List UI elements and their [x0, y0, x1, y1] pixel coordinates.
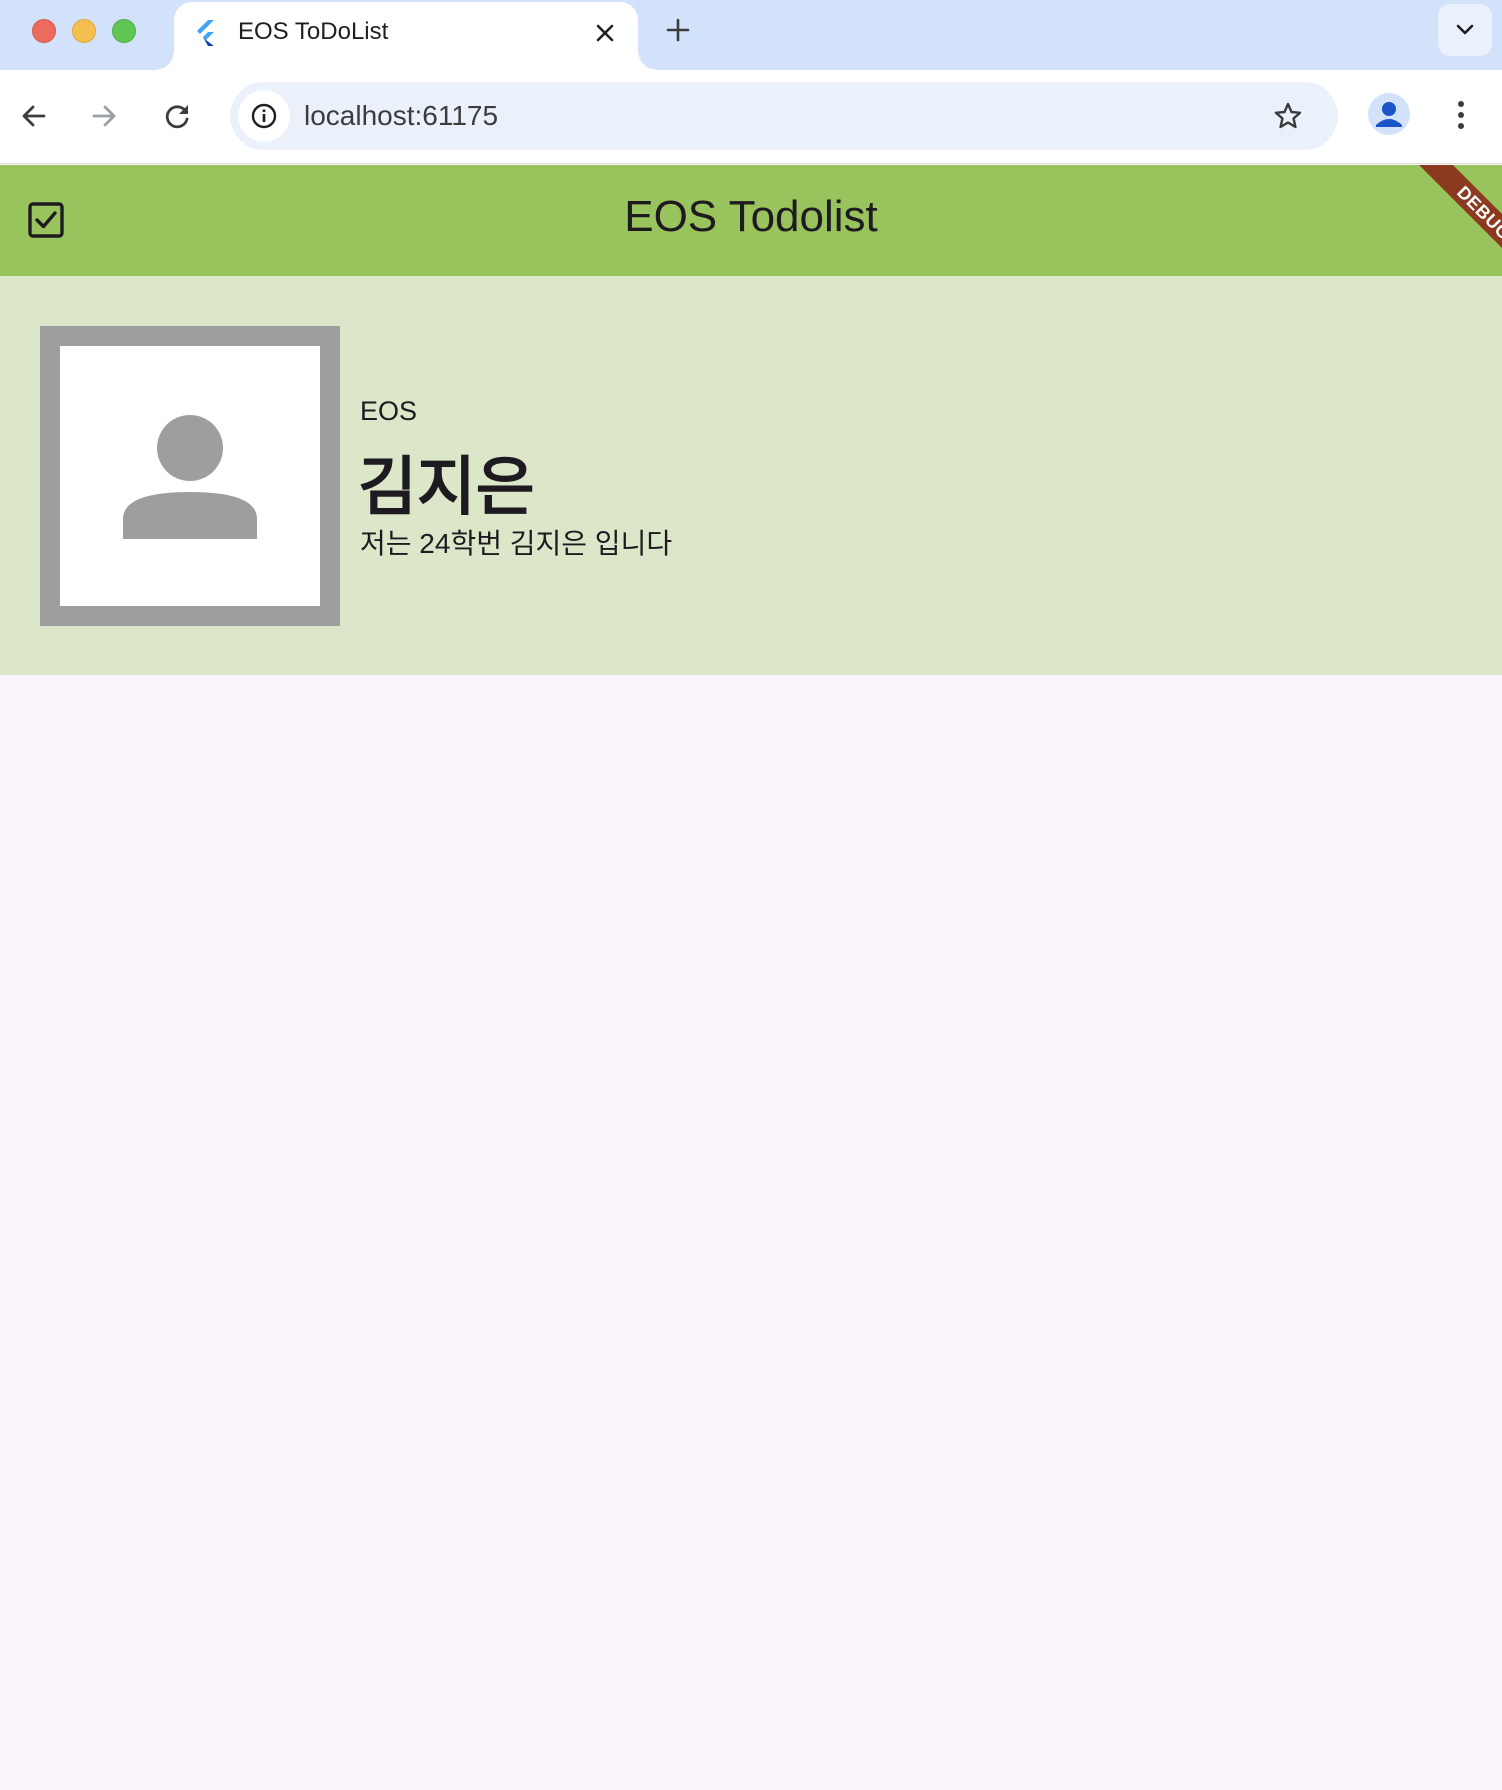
organization-label: EOS [360, 396, 418, 426]
app-bar: EOS Todolist [0, 165, 1502, 276]
url-text[interactable]: localhost:61175 [304, 100, 498, 132]
arrow-left-icon[interactable] [12, 94, 56, 138]
close-window-button[interactable] [32, 19, 56, 43]
info-icon[interactable] [238, 90, 290, 142]
address-bar[interactable]: localhost:61175 [230, 82, 1338, 150]
person-icon [123, 415, 257, 539]
maximize-window-button[interactable] [112, 19, 136, 43]
star-icon[interactable] [1268, 96, 1308, 136]
flutter-icon [194, 20, 218, 46]
browser-tab[interactable]: EOS ToDoList [156, 2, 656, 70]
arrow-right-icon[interactable] [82, 94, 126, 138]
profile-icon[interactable] [1368, 93, 1410, 135]
profile-card: EOS 김지은 저는 24학번 김지은 입니다 [0, 276, 1502, 675]
profile-name: 김지은 [358, 451, 535, 523]
minimize-window-button[interactable] [72, 19, 96, 43]
profile-bio: 저는 24학번 김지은 입니다 [360, 528, 673, 559]
browser-toolbar: localhost:61175 [0, 70, 1502, 164]
chevron-down-icon[interactable] [1438, 4, 1492, 56]
plus-icon[interactable] [660, 12, 696, 48]
reload-icon[interactable] [156, 94, 200, 138]
app-viewport: EOS Todolist DEBUG EOS 김지은 저는 24학번 김지은 입… [0, 165, 1502, 1790]
close-tab-icon[interactable] [588, 16, 622, 50]
avatar [40, 326, 340, 626]
more-vert-icon[interactable] [1444, 92, 1478, 138]
avatar-image [60, 346, 320, 606]
browser-tab-strip: EOS ToDoList [0, 0, 1502, 70]
tab-title: EOS ToDoList [238, 18, 389, 45]
page-title: EOS Todolist [624, 192, 878, 241]
